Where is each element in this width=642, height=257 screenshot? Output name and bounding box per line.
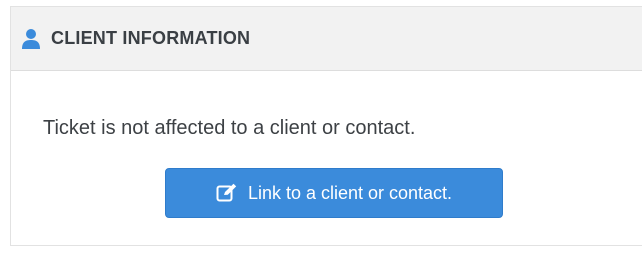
panel-header: CLIENT INFORMATION [11,7,642,71]
client-information-panel: CLIENT INFORMATION Ticket is not affecte… [10,6,642,246]
edit-icon [216,183,238,203]
no-client-message: Ticket is not affected to a client or co… [43,117,416,139]
panel-body: Ticket is not affected to a client or co… [11,71,642,246]
user-icon [21,28,41,50]
panel-title: CLIENT INFORMATION [51,28,251,48]
link-client-button-label: Link to a client or contact. [247,182,453,203]
link-client-button[interactable]: Link to a client or contact. [165,168,503,218]
